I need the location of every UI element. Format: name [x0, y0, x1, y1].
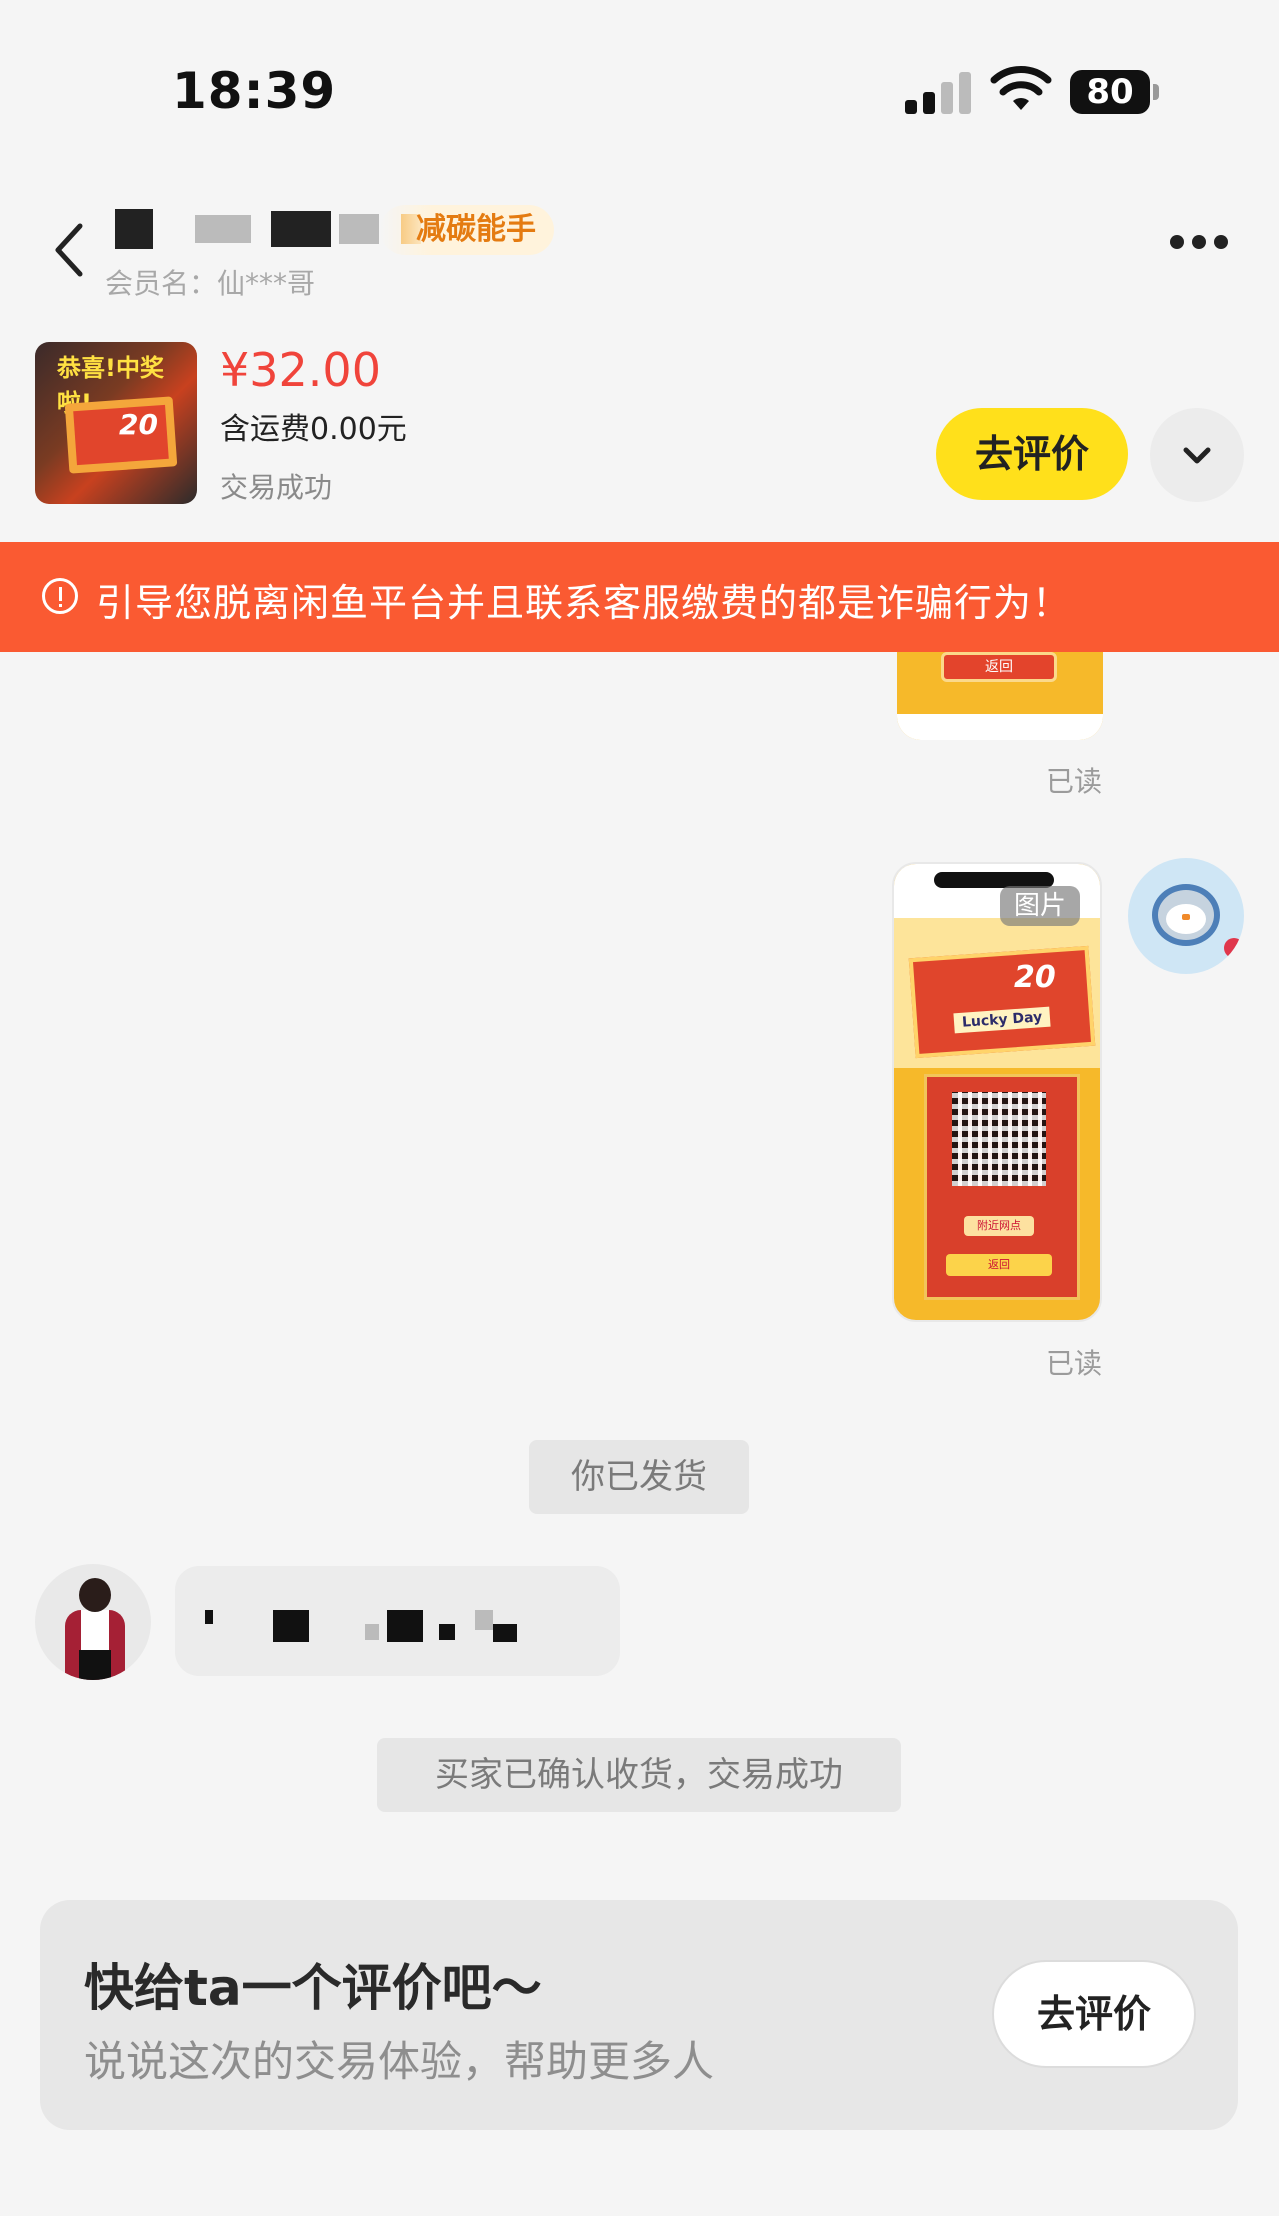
image2-ticket-number: 20 — [1014, 960, 1056, 995]
more-options-icon[interactable] — [1170, 235, 1230, 251]
seller-name-pixelated — [115, 205, 421, 253]
back-arrow-icon[interactable] — [50, 220, 90, 280]
expand-button[interactable] — [1150, 408, 1244, 502]
image-badge: 图片 — [1000, 886, 1080, 926]
review-prompt-card: 快给ta一个评价吧～ 说说这次的交易体验，帮助更多人 去评价 — [40, 1900, 1238, 2130]
system-message-confirmed: 买家已确认收货，交易成功 — [377, 1738, 901, 1812]
chevron-down-icon — [1183, 447, 1211, 464]
buyer-message-bubble — [175, 1566, 620, 1676]
fraud-warning-banner: 引导您脱离闲鱼平台并且联系客服缴费的都是诈骗行为！ — [0, 542, 1279, 652]
chat-image-1[interactable]: 返回 — [897, 652, 1103, 740]
chat-image-2[interactable]: 20 Lucky Day 附近网点 返回 图片 — [892, 862, 1102, 1322]
cellular-signal-icon — [905, 72, 971, 114]
warning-icon — [42, 578, 78, 614]
shipping-info: 含运费0.00元 — [220, 412, 407, 447]
order-status: 交易成功 — [220, 471, 333, 504]
image2-back-button: 返回 — [946, 1254, 1052, 1276]
read-status-1: 已读 — [1046, 765, 1103, 798]
status-time: 18:39 — [172, 62, 337, 120]
my-avatar[interactable] — [1128, 858, 1244, 974]
image1-back-button: 返回 — [941, 652, 1057, 682]
buyer-avatar[interactable] — [35, 1564, 151, 1680]
review-button[interactable]: 去评价 — [936, 408, 1128, 500]
review-card-button[interactable]: 去评价 — [992, 1960, 1196, 2068]
read-status-2: 已读 — [1046, 1347, 1103, 1380]
system-message-shipped: 你已发货 — [529, 1440, 749, 1514]
product-price: ¥32.00 — [220, 343, 381, 397]
warning-text: 引导您脱离闲鱼平台并且联系客服缴费的都是诈骗行为！ — [96, 581, 1072, 625]
review-prompt-subtitle: 说说这次的交易体验，帮助更多人 — [84, 2037, 715, 2086]
battery-icon: 80 — [1070, 70, 1160, 114]
thumbnail-number: 20 — [119, 408, 158, 441]
member-name: 会员名：仙***哥 — [105, 267, 316, 300]
battery-level: 80 — [1070, 70, 1150, 114]
review-prompt-title: 快给ta一个评价吧～ — [84, 1959, 542, 2017]
seller-badge: 减碳能手 — [380, 205, 554, 255]
product-thumbnail[interactable]: 恭喜!中奖啦! 20 — [35, 342, 197, 504]
image2-nearby-button: 附近网点 — [964, 1216, 1034, 1236]
wifi-icon — [990, 66, 1052, 110]
